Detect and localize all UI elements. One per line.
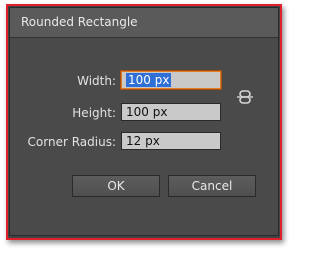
page: Rounded Rectangle Width: 100 px Height: … bbox=[0, 0, 290, 256]
ok-button[interactable]: OK bbox=[72, 175, 160, 197]
height-label: Height: bbox=[72, 106, 116, 120]
corner-radius-value: 12 px bbox=[126, 134, 160, 148]
cancel-button[interactable]: Cancel bbox=[168, 175, 256, 197]
height-field[interactable]: 100 px bbox=[121, 103, 221, 121]
titlebar[interactable]: Rounded Rectangle bbox=[10, 8, 278, 38]
link-icon[interactable] bbox=[236, 88, 254, 106]
height-value: 100 px bbox=[126, 105, 168, 119]
corner-radius-label: Corner Radius: bbox=[27, 135, 116, 149]
dialog-title: Rounded Rectangle bbox=[21, 15, 138, 29]
width-value: 100 px bbox=[126, 73, 172, 87]
width-field[interactable]: 100 px bbox=[121, 71, 221, 89]
width-label: Width: bbox=[77, 74, 116, 88]
corner-radius-field[interactable]: 12 px bbox=[121, 132, 221, 150]
rounded-rectangle-dialog: Rounded Rectangle Width: 100 px Height: … bbox=[9, 7, 279, 236]
